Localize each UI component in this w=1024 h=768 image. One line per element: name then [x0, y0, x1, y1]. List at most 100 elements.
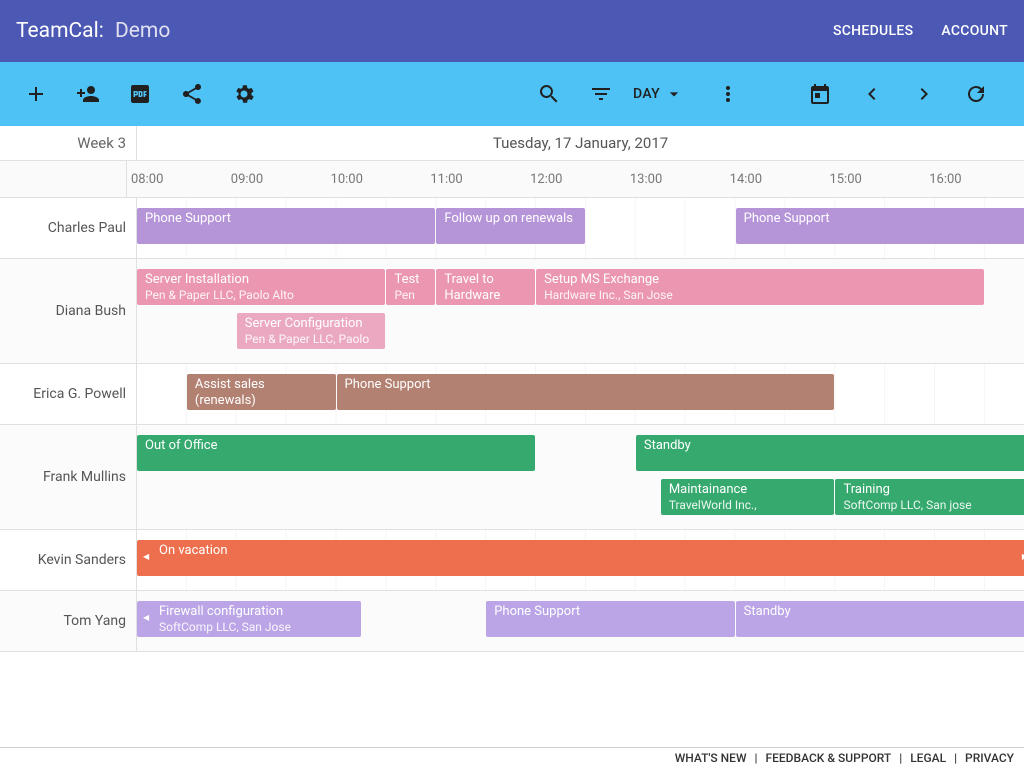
- event-title: Setup MS Exchange: [544, 272, 976, 288]
- export-pdf-button[interactable]: [120, 74, 160, 114]
- event[interactable]: Phone Support: [736, 208, 1024, 244]
- plus-icon: [24, 82, 48, 106]
- event[interactable]: Setup MS ExchangeHardware Inc., San Jose: [536, 269, 984, 305]
- filter-button[interactable]: [581, 74, 621, 114]
- event-subtitle: Pen: [394, 288, 427, 303]
- row-timeline[interactable]: Out of Office Standby MaintainanceTravelWo…: [137, 425, 1024, 529]
- event[interactable]: Out of Office: [137, 435, 535, 471]
- date-label: Tuesday, 17 January, 2017: [137, 126, 1024, 160]
- event[interactable]: Standby: [636, 435, 1024, 471]
- event-subtitle: Pen & Paper LLC, Paolo Alto: [145, 288, 377, 303]
- toolbar: DAY: [0, 62, 1024, 126]
- row-person-name: Erica G. Powell: [0, 364, 137, 424]
- event[interactable]: Phone Support: [137, 208, 435, 244]
- event-title: On vacation: [159, 543, 1024, 559]
- event-title: Phone Support: [744, 211, 1024, 227]
- time-label: 10:00: [327, 161, 363, 197]
- nav-schedules[interactable]: SCHEDULES: [833, 23, 913, 39]
- row-timeline[interactable]: On vacation: [137, 530, 1024, 590]
- footer-whats-new[interactable]: WHAT'S NEW: [675, 751, 747, 765]
- event[interactable]: Standby: [736, 601, 1024, 637]
- footer: WHAT'S NEW | FEEDBACK & SUPPORT | LEGAL …: [0, 747, 1024, 768]
- row-timeline[interactable]: Phone Support Follow up on renewals Phone …: [137, 198, 1024, 258]
- event[interactable]: Assist sales (renewals): [187, 374, 336, 410]
- event[interactable]: TrainingSoftComp LLC, San jose: [835, 479, 1024, 515]
- row-person-name: Diana Bush: [0, 259, 137, 363]
- next-button[interactable]: [904, 74, 944, 114]
- event[interactable]: Follow up on renewals: [436, 208, 585, 244]
- settings-button[interactable]: [224, 74, 264, 114]
- more-vert-icon: [716, 82, 740, 106]
- row-person-name: Charles Paul: [0, 198, 137, 258]
- time-label: 14:00: [726, 161, 762, 197]
- event[interactable]: On vacation: [137, 540, 1024, 576]
- today-button[interactable]: [800, 74, 840, 114]
- event[interactable]: Firewall configurationSoftComp LLC, San …: [137, 601, 361, 637]
- person-add-icon: [76, 82, 100, 106]
- week-label: Week 3: [0, 126, 137, 160]
- event-title: Assist sales (renewals): [195, 377, 328, 410]
- more-button[interactable]: [708, 74, 748, 114]
- row-timeline[interactable]: Server InstallationPen & Paper LLC, Paol…: [137, 259, 1024, 363]
- search-icon: [537, 82, 561, 106]
- event-subtitle: Hardware Inc., San Jose: [544, 288, 976, 303]
- time-label: 16:00: [925, 161, 961, 197]
- time-label: 13:00: [626, 161, 662, 197]
- app-name: TeamCal:: [16, 19, 104, 43]
- event-subtitle: TravelWorld Inc.,: [669, 498, 827, 513]
- event[interactable]: Server InstallationPen & Paper LLC, Paol…: [137, 269, 385, 305]
- time-label: 12:00: [526, 161, 562, 197]
- chevron-right-icon: [912, 82, 936, 106]
- event-title: Follow up on renewals: [444, 211, 577, 227]
- view-selector[interactable]: DAY: [633, 84, 684, 104]
- view-label: DAY: [633, 86, 660, 102]
- schedule-rows: Charles Paul Phone Support Follow up on re…: [0, 198, 1024, 652]
- event-title: Out of Office: [145, 438, 527, 454]
- footer-legal[interactable]: LEGAL: [910, 751, 946, 765]
- row-person-name: Tom Yang: [0, 591, 137, 651]
- nav-account[interactable]: ACCOUNT: [941, 23, 1008, 39]
- add-person-button[interactable]: [68, 74, 108, 114]
- row-timeline[interactable]: Firewall configurationSoftComp LLC, San …: [137, 591, 1024, 651]
- app-subtitle: Demo: [115, 19, 170, 43]
- time-axis: 08:0009:0010:0011:0012:0013:0014:0015:00…: [0, 161, 1024, 198]
- event-title: Firewall configuration: [159, 604, 353, 620]
- event-title: Phone Support: [345, 377, 827, 393]
- event[interactable]: Travel to Hardware: [436, 269, 535, 305]
- event[interactable]: MaintainanceTravelWorld Inc.,: [661, 479, 835, 515]
- schedule-row: Kevin SandersOn vacation: [0, 530, 1024, 591]
- row-timeline[interactable]: Assist sales (renewals) Phone Support: [137, 364, 1024, 424]
- filter-icon: [589, 82, 613, 106]
- schedule-row: Tom YangFirewall configurationSoftComp L…: [0, 591, 1024, 652]
- brand: TeamCal: Demo: [16, 19, 170, 43]
- event-title: Standby: [644, 438, 1024, 454]
- add-button[interactable]: [16, 74, 56, 114]
- share-icon: [180, 82, 204, 106]
- event-title: Phone Support: [494, 604, 726, 620]
- event-title: Maintainance: [669, 482, 827, 498]
- event-title: Phone Support: [145, 211, 427, 227]
- schedule-row: Charles Paul Phone Support Follow up on re…: [0, 198, 1024, 259]
- prev-button[interactable]: [852, 74, 892, 114]
- footer-feedback[interactable]: FEEDBACK & SUPPORT: [766, 751, 892, 765]
- event[interactable]: Phone Support: [337, 374, 835, 410]
- event-title: Training: [843, 482, 1024, 498]
- event-title: Server Configuration: [245, 316, 378, 332]
- time-label: 09:00: [227, 161, 263, 197]
- event-title: Test: [394, 272, 427, 288]
- event[interactable]: TestPen: [386, 269, 435, 305]
- row-person-name: Frank Mullins: [0, 425, 137, 529]
- pdf-icon: [128, 82, 152, 106]
- footer-privacy[interactable]: PRIVACY: [965, 751, 1014, 765]
- date-header: Week 3 Tuesday, 17 January, 2017: [0, 126, 1024, 161]
- event-title: Standby: [744, 604, 1024, 620]
- event[interactable]: Phone Support: [486, 601, 734, 637]
- time-label: 08:00: [127, 161, 163, 197]
- event[interactable]: Server ConfigurationPen & Paper LLC, Pao…: [237, 313, 386, 349]
- time-label: 15:00: [825, 161, 861, 197]
- share-button[interactable]: [172, 74, 212, 114]
- search-button[interactable]: [529, 74, 569, 114]
- dropdown-icon: [664, 84, 684, 104]
- refresh-button[interactable]: [956, 74, 996, 114]
- gear-icon: [232, 82, 256, 106]
